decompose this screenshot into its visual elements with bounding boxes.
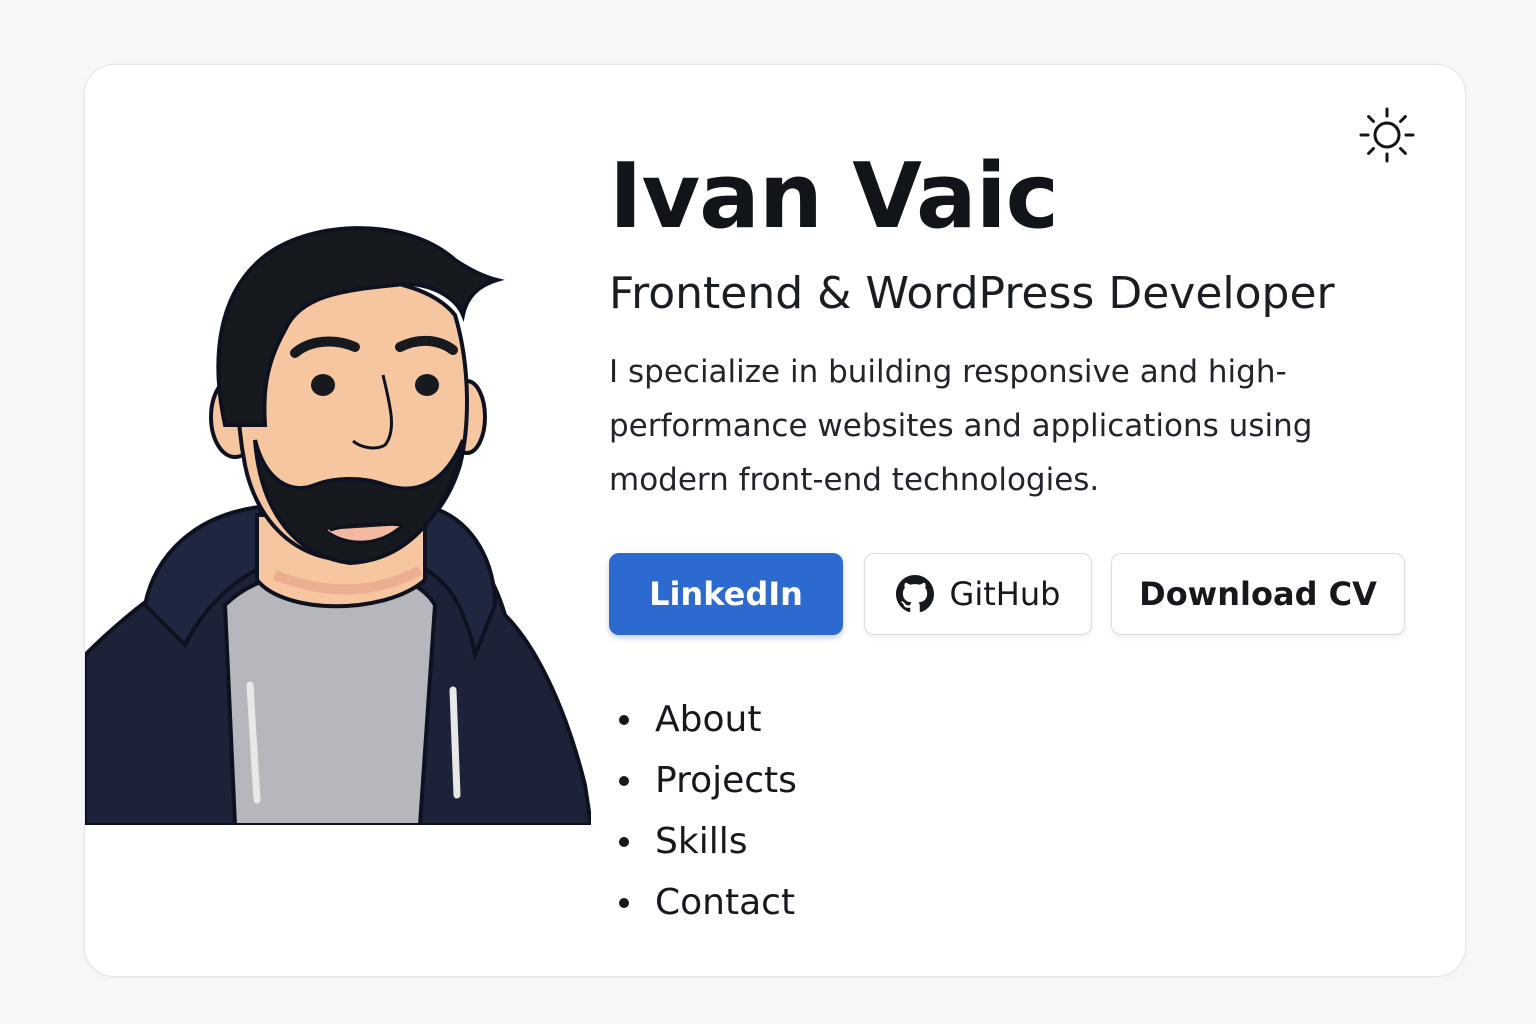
download-cv-button-label: Download CV — [1139, 575, 1377, 613]
nav-item-skills[interactable]: Skills — [619, 811, 797, 872]
linkedin-button[interactable]: LinkedIn — [609, 553, 843, 635]
profile-card: Ivan Vaic Frontend & WordPress Developer… — [84, 64, 1466, 977]
github-button[interactable]: GitHub — [864, 553, 1092, 635]
nav-item-contact[interactable]: Contact — [619, 872, 797, 933]
profile-name: Ivan Vaic — [609, 144, 1059, 249]
profile-bio: I specialize in building responsive and … — [609, 354, 1313, 498]
section-nav: About Projects Skills Contact — [619, 689, 797, 933]
avatar-illustration — [85, 185, 591, 825]
nav-item-about[interactable]: About — [619, 689, 797, 750]
download-cv-button[interactable]: Download CV — [1111, 553, 1405, 635]
nav-item-projects[interactable]: Projects — [619, 750, 797, 811]
nav-item-label: Skills — [655, 821, 748, 862]
bullet — [619, 714, 629, 725]
github-icon — [895, 575, 934, 613]
profile-intro: Ivan Vaic Frontend & WordPress Developer… — [609, 147, 1409, 507]
linkedin-button-label: LinkedIn — [649, 575, 803, 613]
github-button-label: GitHub — [949, 575, 1061, 613]
bullet — [619, 897, 629, 908]
bullet — [619, 775, 629, 786]
bullet — [619, 836, 629, 847]
nav-item-label: About — [655, 699, 762, 740]
nav-item-label: Projects — [655, 760, 797, 801]
profile-role: Frontend & WordPress Developer — [609, 268, 1335, 319]
nav-item-label: Contact — [655, 882, 796, 923]
